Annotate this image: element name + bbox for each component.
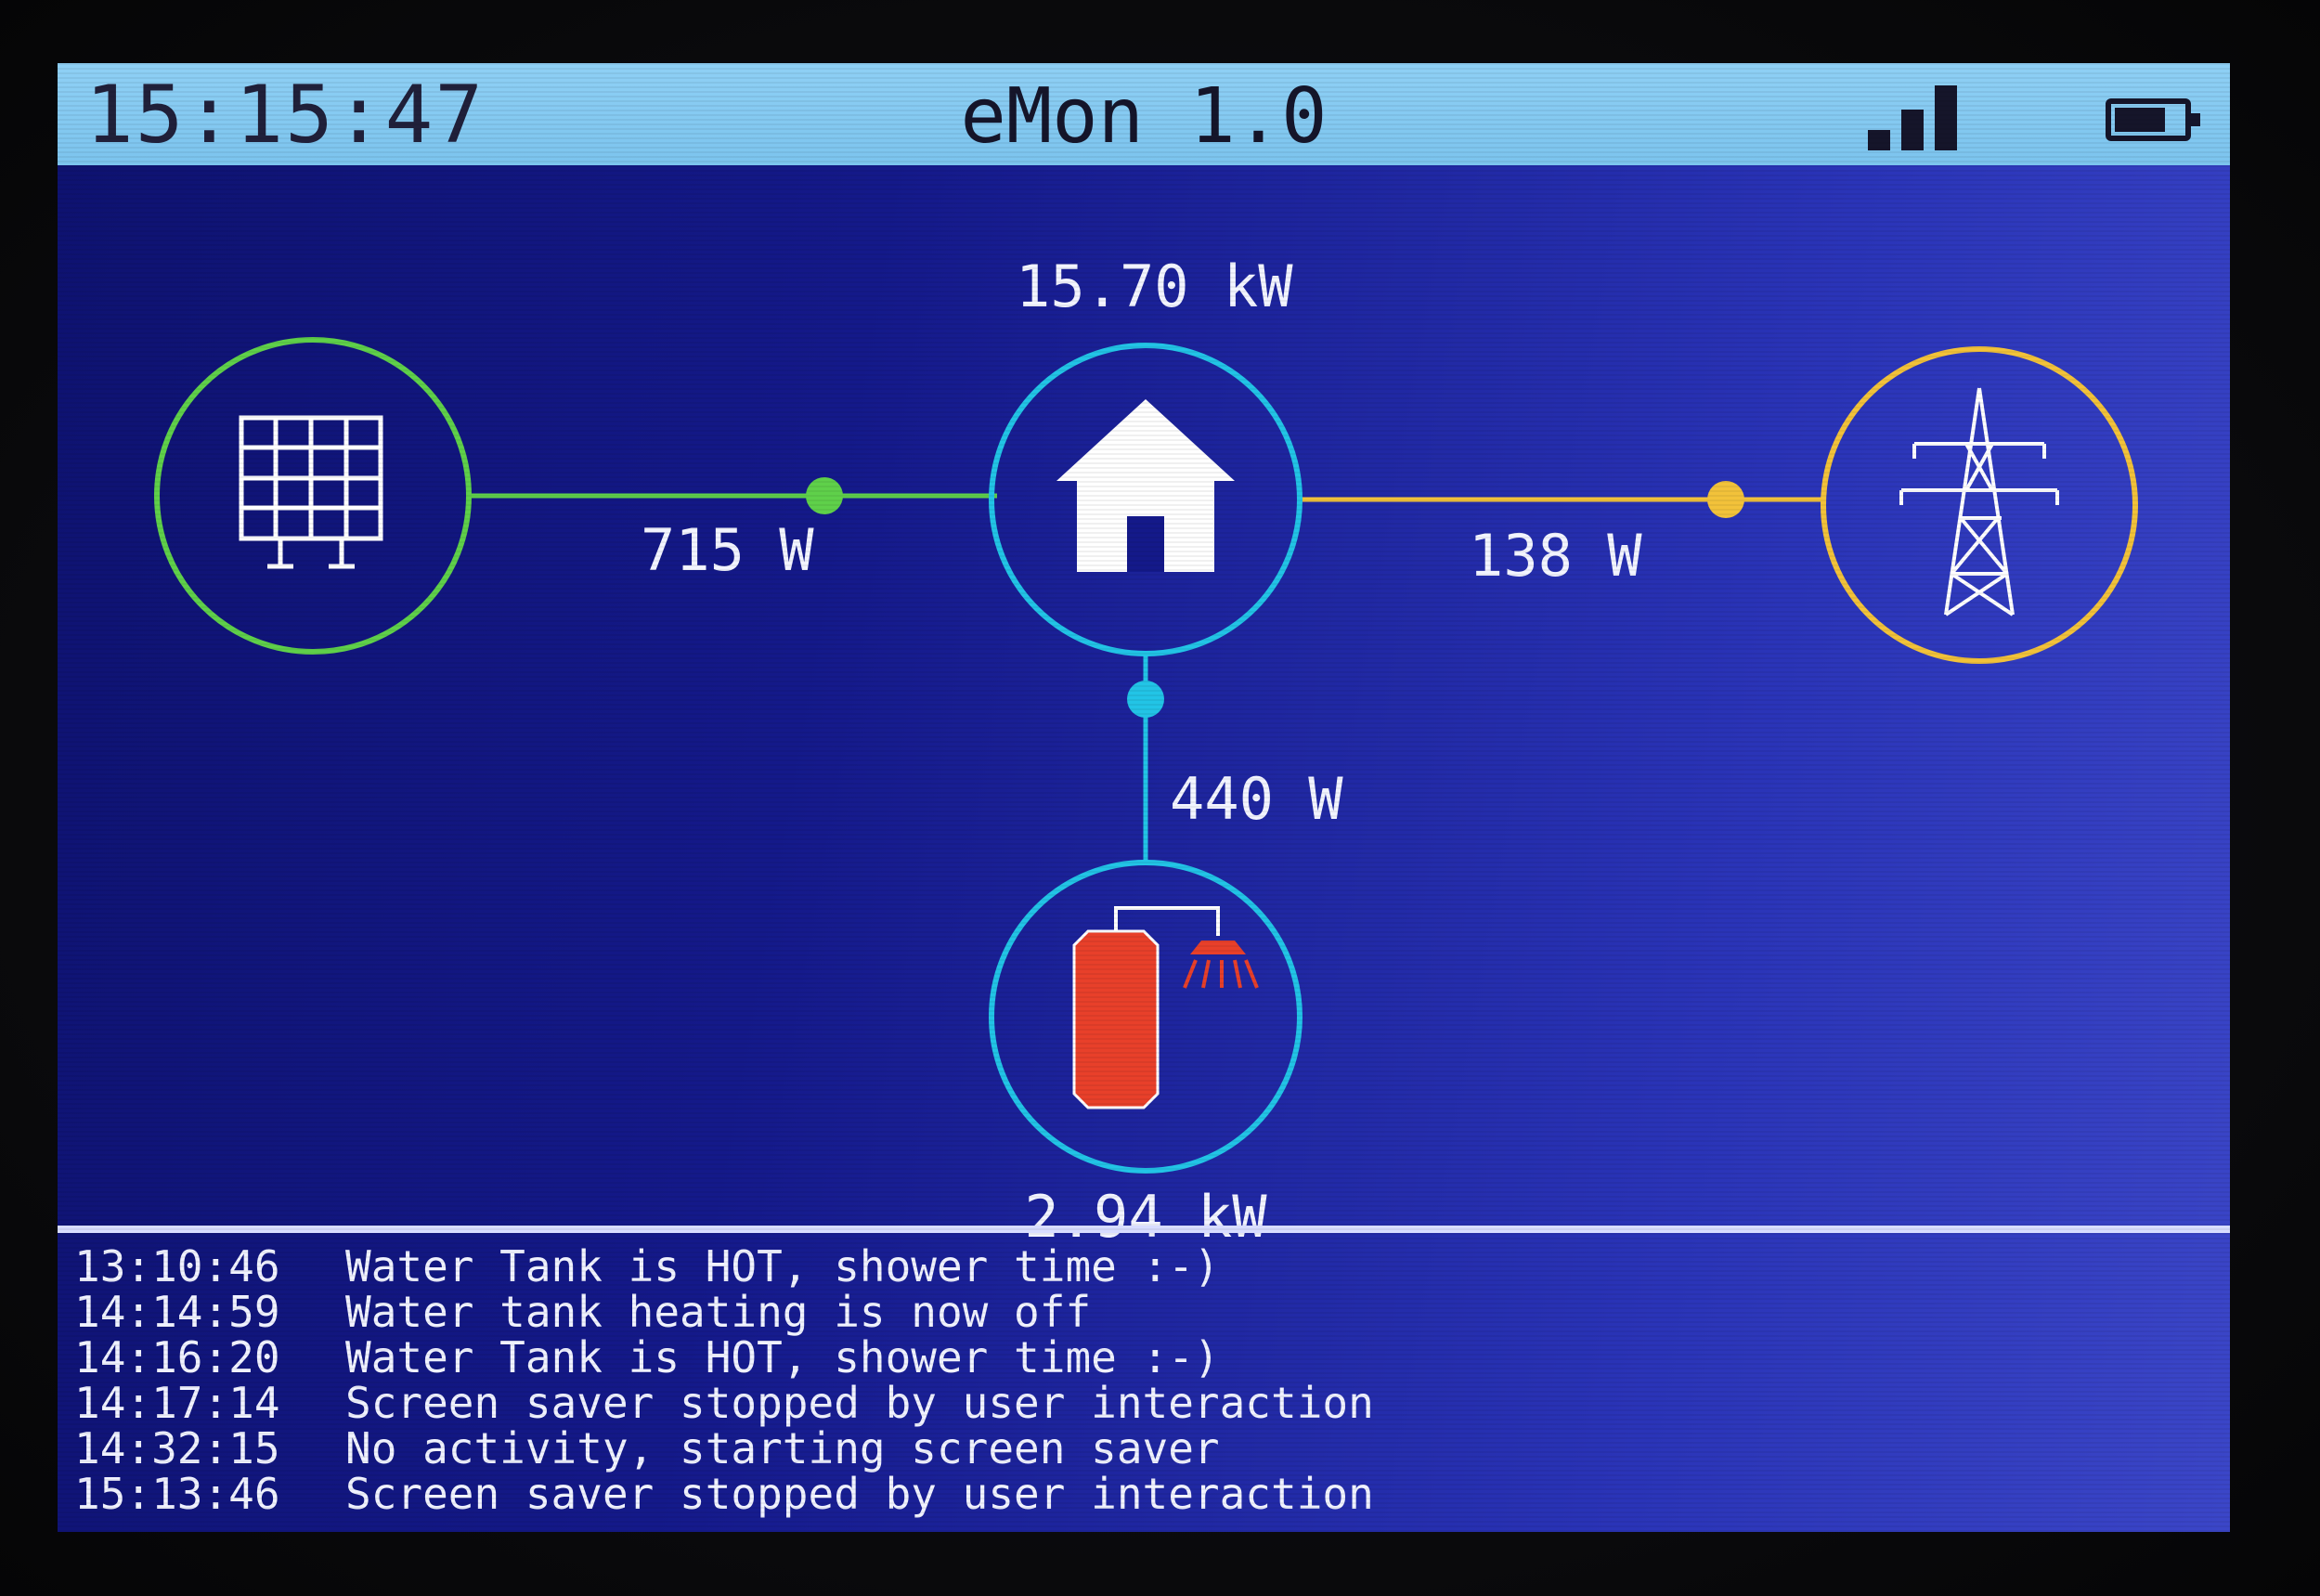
log-entry: 13:10:46 Water Tank is HOT, shower time :… [74, 1244, 2210, 1290]
battery-fill [2115, 108, 2165, 132]
log-entry: 14:16:20 Water Tank is HOT, shower time :… [74, 1335, 2210, 1381]
water-tank-shower-icon [1072, 906, 1259, 1109]
energy-flow-diagram: 15.70 kW 715 W 138 W 440 W 2.94 kW [58, 165, 2230, 1261]
title-bar: 15:15:47 eMon 1.0 [58, 63, 2230, 165]
event-log[interactable]: 13:10:46 Water Tank is HOT, shower time :… [74, 1244, 2210, 1517]
lcd-screen: 15:15:47 eMon 1.0 15.70 kW 715 W 138 W 4… [58, 63, 2230, 1532]
signal-bar [1901, 110, 1924, 150]
log-divider [58, 1226, 2230, 1233]
grid-flow-value: 138 W [1469, 522, 1642, 590]
log-time: 15:13:46 [74, 1469, 280, 1519]
battery-terminal [2191, 113, 2200, 126]
log-time: 14:16:20 [74, 1332, 280, 1382]
power-pylon-icon [1899, 387, 2059, 616]
signal-bar [1868, 130, 1890, 150]
device-bezel: 15:15:47 eMon 1.0 15.70 kW 715 W 138 W 4… [0, 0, 2320, 1596]
log-time: 14:32:15 [74, 1423, 280, 1473]
log-entry: 14:17:14 Screen saver stopped by user int… [74, 1381, 2210, 1426]
log-time: 14:17:14 [74, 1378, 280, 1428]
log-time: 13:10:46 [74, 1241, 280, 1291]
log-message: Water Tank is HOT, shower time :-) [345, 1332, 1220, 1382]
battery-icon [2106, 98, 2200, 141]
signal-bar [1935, 85, 1957, 150]
tank-flow-dot [1127, 681, 1164, 718]
tank-power-value: 2.94 kW [1024, 1183, 1267, 1251]
log-time: 14:14:59 [74, 1287, 280, 1337]
log-message: Water tank heating is now off [345, 1287, 1092, 1337]
log-entry: 15:13:46 Screen saver stopped by user int… [74, 1472, 2210, 1517]
solar-flow-value: 715 W [641, 516, 814, 584]
flow-lines [154, 337, 2138, 1174]
grid-flow-dot [1707, 481, 1744, 518]
signal-strength-icon [1868, 85, 1979, 150]
log-message: Screen saver stopped by user interaction [345, 1469, 1374, 1519]
solar-panel-icon [239, 415, 383, 569]
tank-flow-value: 440 W [1170, 765, 1343, 833]
house-power-value: 15.70 kW [1016, 253, 1293, 320]
log-entry: 14:14:59 Water tank heating is now off [74, 1290, 2210, 1335]
log-message: Screen saver stopped by user interaction [345, 1378, 1374, 1428]
log-entry: 14:32:15 No activity, starting screen sav… [74, 1426, 2210, 1472]
log-message: No activity, starting screen saver [345, 1423, 1220, 1473]
house-icon [1056, 399, 1235, 572]
solar-flow-dot [806, 477, 843, 514]
log-message: Water Tank is HOT, shower time :-) [345, 1241, 1220, 1291]
